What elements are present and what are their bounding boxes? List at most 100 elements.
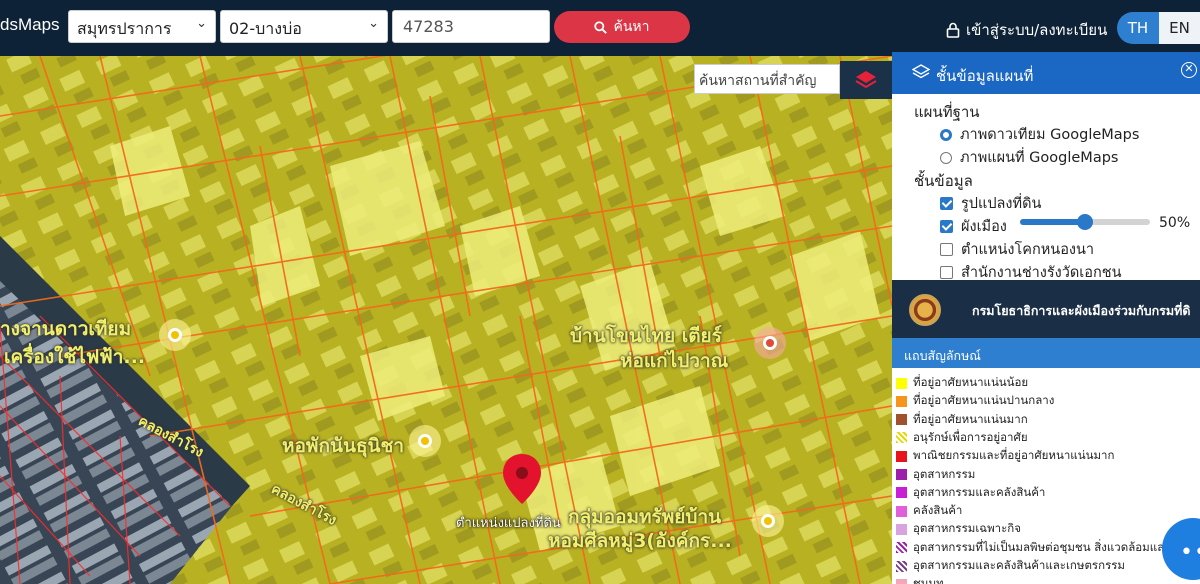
legend-item: ที่อยู่อาศัยหนาแน่นมาก [896,411,1028,429]
search-button[interactable]: ค้นหา [554,11,690,43]
legend-swatch [896,505,907,517]
legend-swatch [896,487,907,499]
layer-land-parcel[interactable]: รูปแปลงที่ดิน [940,192,1041,215]
layer-panel-header: ชั้นข้อมูลแผนที่ ✕ [892,52,1200,94]
legend-label: อุตสาหกรรมที่ไม่เป็นมลพิษต่อชุมชน สิ่งแว… [913,539,1165,554]
search-button-label: ค้นหา [613,19,650,35]
layers-title: ชั้นข้อมูล [914,172,973,190]
layers-icon [912,64,930,79]
chevron-down-icon: ⌄ [196,16,207,31]
legend-label: อุตสาหกรรมเฉพาะกิจ [913,521,1022,536]
lang-th-button[interactable]: TH [1117,12,1159,44]
brand-logo: dsMaps [0,15,60,34]
province-value: สมุทรปราการ [77,19,172,38]
legend-label: อุตสาหกรรมและคลังสินค้าและเกษตรกรรม [913,558,1126,572]
legend-swatch [896,578,907,584]
place-search-input[interactable]: ค้นหาสถานที่สำคัญ [694,64,840,94]
legend-label: อุตสาหกรรมและคลังสินค้า [913,484,1046,499]
legend-item: อนุรักษ์เพื่อการอยู่อาศัย [896,429,1028,447]
parcel-number-value: 47283 [403,17,454,36]
more-icon: ••• [1180,540,1200,565]
department-banner: กรมโยธาธิการและผังเมืองร่วมกับกรมที่ดิ [892,280,1200,338]
parcel-number-input[interactable]: 47283 [392,10,550,43]
poi-marker[interactable] [752,505,784,537]
legend-label: ที่อยู่อาศัยหนาแน่นมาก [913,411,1028,426]
legend-item: ที่อยู่อาศัยหนาแน่นปานกลาง [896,392,1054,410]
layer-khok-nong-na[interactable]: ตำแหน่งโคกหนองนา [940,238,1094,261]
layers-icon [855,71,877,89]
map-label: หอพักนันธุนิชา [282,435,405,457]
checkbox[interactable] [940,243,953,256]
layer-toggle-button[interactable] [840,61,892,99]
base-option-satellite[interactable]: ภาพดาวเทียม GoogleMaps [940,123,1139,146]
base-map-title: แผนที่ฐาน [914,103,980,121]
poi-marker[interactable] [754,327,786,359]
legend-label: คลังสินค้า [913,503,963,518]
district-select[interactable]: 02-บางบ่อ ⌄ [220,10,388,43]
legend-item: อุตสาหกรรมและคลังสินค้าและเกษตรกรรม [896,557,1125,575]
department-seal-icon [909,294,941,326]
legend-item: อุตสาหกรรมเฉพาะกิจ [896,520,1021,538]
map-label: างจานดาวเทียม [0,318,132,340]
layer-label: ตำแหน่งโคกหนองนา [961,242,1095,258]
radio-button[interactable] [940,151,952,164]
map-label: หอมศีลหมู่3(อังค์กร... [548,530,732,552]
radio-button[interactable] [940,128,952,141]
legend-label: พาณิชยกรรมและที่อยู่อาศัยหนาแน่นมาก [913,448,1115,463]
legend-swatch [896,523,907,535]
checkbox[interactable] [940,266,953,279]
legend-swatch [896,560,907,572]
search-icon [594,20,608,34]
legend-label: อนุรักษ์เพื่อการอยู่อาศัย [913,429,1028,444]
opacity-value: 50% [1159,215,1191,231]
legend-item: คลังสินค้า [896,502,962,520]
base-option-label: ภาพดาวเทียม GoogleMaps [960,127,1140,143]
legend-swatch [896,395,907,407]
legend-label: ที่อยู่อาศัยหนาแน่นปานกลาง [913,393,1055,408]
poi-marker[interactable] [159,319,191,351]
top-bar: dsMaps สมุทรปราการ ⌄ 02-บางบ่อ ⌄ 47283 ค… [0,0,1200,56]
legend-swatch [896,432,907,444]
checkbox[interactable] [940,220,953,233]
layer-panel: ชั้นข้อมูลแผนที่ ✕ แผนที่ฐาน ภาพดาวเทียม… [892,52,1200,281]
login-link[interactable]: เข้าสู่ระบบ/ลงทะเบียน [946,18,1107,42]
layer-panel-title: ชั้นข้อมูลแผนที่ [936,67,1034,85]
department-name: กรมโยธาธิการและผังเมืองร่วมกับกรมที่ดิ [972,303,1191,318]
legend-panel: ที่อยู่อาศัยหนาแน่นน้อยที่อยู่อาศัยหนาแน… [892,368,1200,584]
map-canvas[interactable]: างจานดาวเทียม เครื่องใช้ไฟฟ้า... คลองสำโ… [0,56,892,584]
legend-label: ที่อยู่อาศัยหนาแน่นน้อย [913,375,1029,389]
close-icon[interactable]: ✕ [1181,62,1197,78]
opacity-slider-handle[interactable] [1077,214,1093,230]
legend-item: อุตสาหกรรม [896,466,975,484]
legend-swatch [896,542,907,554]
province-select[interactable]: สมุทรปราการ ⌄ [68,10,216,43]
legend-item: ที่อยู่อาศัยหนาแน่นน้อย [896,374,1028,392]
legend-swatch [896,469,907,480]
legend-swatch [896,414,907,426]
opacity-slider[interactable] [1020,214,1150,230]
base-option-map[interactable]: ภาพแผนที่ GoogleMaps [940,146,1118,169]
lang-en-button[interactable]: EN [1159,12,1200,44]
legend-swatch [896,377,907,389]
map-label: ห่อแก่ไปวาณ [620,350,729,372]
checkbox[interactable] [940,197,953,210]
legend-item: พาณิชยกรรมและที่อยู่อาศัยหนาแน่นมาก [896,447,1114,465]
layer-label: รูปแปลงที่ดิน [961,196,1042,212]
legend-item: อุตสาหกรรมที่ไม่เป็นมลพิษต่อชุมชน สิ่งแว… [896,539,1164,557]
lock-icon [946,22,960,38]
place-search-placeholder: ค้นหาสถานที่สำคัญ [699,73,817,89]
base-option-label: ภาพแผนที่ GoogleMaps [960,150,1119,166]
layer-city-plan[interactable]: ผังเมือง [940,215,1007,238]
legend-item: ชนบท [896,575,944,584]
login-label: เข้าสู่ระบบ/ลงทะเบียน [966,21,1108,39]
parcel-pin-label: ตำแหน่งแปลงที่ดิน [456,516,561,531]
poi-marker[interactable] [409,425,441,457]
map-imagery [0,56,892,584]
chevron-down-icon: ⌄ [368,16,379,31]
legend-label: ชนบท [913,576,944,584]
legend-label: อุตสาหกรรม [913,466,976,481]
legend-item: อุตสาหกรรมและคลังสินค้า [896,484,1045,502]
district-value: 02-บางบ่อ [229,19,302,38]
map-label: เครื่องใช้ไฟฟ้า... [4,346,146,368]
opacity-slider-fill [1020,219,1085,225]
